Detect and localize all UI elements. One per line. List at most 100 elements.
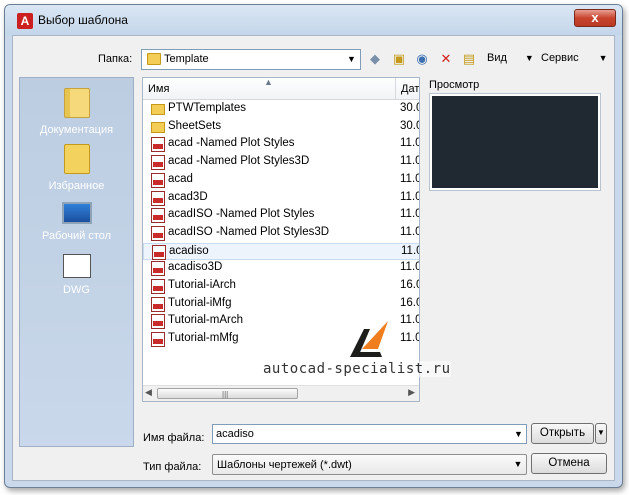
column-name-header[interactable]: Имя (148, 83, 169, 95)
file-name: acadiso (169, 244, 209, 257)
file-date: 16.0 (400, 296, 419, 309)
open-options-chevron-icon[interactable]: ▼ (595, 423, 607, 444)
delete-icon[interactable]: ✕ (436, 49, 456, 69)
sort-ascending-icon: ▲ (264, 77, 273, 87)
chevron-down-icon[interactable]: ▼ (343, 50, 360, 69)
filetype-dropdown[interactable]: Шаблоны чертежей (*.dwt) ▼ (212, 454, 527, 475)
cancel-button[interactable]: Отмена (531, 453, 607, 474)
file-name: acadISO -Named Plot Styles3D (168, 225, 330, 238)
folder-dropdown[interactable]: Template ▼ (141, 49, 361, 70)
place-label: DWG (63, 284, 90, 296)
filetype-label: Тип файла: (143, 461, 202, 473)
file-name: acad -Named Plot Styles3D (168, 155, 310, 168)
dwt-file-icon (151, 172, 165, 188)
file-row[interactable]: Tutorial-iArch 16.0 (143, 278, 419, 295)
file-row[interactable]: acad 11.0 (143, 172, 420, 189)
file-row[interactable]: Tutorial-iMfg 16.0 (143, 296, 419, 313)
horizontal-scrollbar[interactable]: ◀ ||| ▶ (143, 385, 419, 401)
file-date: 11.0 (400, 190, 420, 203)
file-row[interactable]: SheetSets 30.0 (143, 119, 419, 136)
place-desktop[interactable]: Рабочий стол (20, 202, 133, 242)
filetype-value: Шаблоны чертежей (*.dwt) (217, 459, 352, 471)
file-name: acad3D (168, 190, 208, 203)
folder-label: Папка: (98, 53, 133, 65)
chevron-down-icon[interactable]: ▼ (510, 455, 526, 474)
file-date: 11.0 (400, 332, 420, 345)
dialog-window: A Выбор шаблона x Папка: Template ▼ ◆ ▣ … (4, 4, 623, 488)
place-label: Рабочий стол (41, 230, 112, 242)
dwt-file-icon (151, 225, 165, 241)
service-menu-button[interactable]: Сервис ▼ (541, 52, 608, 64)
desktop-icon (61, 202, 92, 224)
place-favorites[interactable]: Избранное (20, 144, 133, 192)
file-name: acadiso3D (168, 261, 223, 274)
dwt-file-icon (151, 296, 165, 312)
column-divider[interactable] (395, 78, 396, 100)
file-name: acad -Named Plot Styles (168, 137, 295, 150)
place-documents[interactable]: Документация (20, 88, 133, 136)
chevron-down-icon: ▼ (598, 53, 608, 63)
dwt-file-icon (151, 155, 165, 171)
place-dwg[interactable]: DWG (20, 254, 133, 296)
grip-icon: ||| (222, 390, 229, 399)
close-button[interactable]: x (574, 9, 616, 27)
dwt-file-icon (151, 332, 165, 348)
watermark-logo-icon (350, 321, 388, 357)
file-row[interactable]: acadISO -Named Plot Styles3D 11.0 (143, 225, 419, 242)
file-date: 11.0 (400, 314, 420, 327)
view-label: Вид (487, 52, 507, 64)
dialog-body: Папка: Template ▼ ◆ ▣ ◉ ✕ ▤ Вид ▼ Сервис ▼… (12, 35, 615, 481)
file-name: Tutorial-mMfg (168, 332, 239, 345)
view-menu-button[interactable]: Вид ▼ (487, 52, 534, 64)
file-row[interactable]: acad -Named Plot Styles 11.0 (143, 136, 420, 153)
documents-icon (63, 88, 90, 118)
folder-icon (151, 121, 165, 133)
dwt-file-icon (152, 244, 166, 260)
file-row[interactable]: acadiso3D 11.0 (143, 260, 419, 277)
dwt-file-icon (151, 261, 165, 277)
file-date: 11.0 (400, 137, 420, 150)
place-label: Документация (39, 124, 114, 136)
preview-image (432, 96, 598, 188)
file-row[interactable]: acadiso 11.0 (143, 242, 419, 260)
watermark-text: autocad-specialist.ru (263, 361, 451, 377)
file-row[interactable]: PTWTemplates 30.0 (143, 101, 419, 118)
places-bar: Документация Избранное Рабочий стол DWG (19, 77, 134, 447)
dwt-file-icon (151, 314, 165, 330)
file-date: 30.0 (400, 102, 419, 114)
filename-value: acadiso (216, 428, 254, 440)
dwt-file-icon (151, 208, 165, 224)
favorites-icon (63, 144, 90, 174)
folder-icon (151, 104, 165, 115)
preview-label: Просмотр (429, 79, 480, 91)
file-row[interactable]: acadISO -Named Plot Styles 11.0 (143, 207, 420, 224)
file-name: acadISO -Named Plot Styles (168, 208, 315, 221)
file-row[interactable]: acad3D 11.0 (143, 190, 420, 207)
scroll-left-icon[interactable]: ◀ (145, 387, 152, 398)
back-icon[interactable]: ◆ (365, 49, 385, 69)
folder-icon (147, 53, 161, 65)
new-folder-icon[interactable]: ▤ (459, 49, 479, 69)
title-bar[interactable]: A Выбор шаблона x (5, 5, 622, 35)
chevron-down-icon: ▼ (524, 53, 534, 63)
file-date: 11.0 (400, 172, 420, 185)
scroll-thumb[interactable]: ||| (157, 388, 298, 399)
autocad-logo-icon: A (17, 13, 33, 29)
file-date: 11.0 (400, 155, 420, 168)
place-label: Избранное (48, 180, 105, 192)
search-web-icon[interactable]: ◉ (412, 49, 432, 69)
window-title: Выбор шаблона (38, 13, 128, 27)
column-date-header[interactable]: Дат (401, 83, 419, 95)
file-date: 11.0 (400, 208, 420, 221)
file-row[interactable]: acad -Named Plot Styles3D 11.0 (143, 154, 420, 171)
open-button[interactable]: Открыть (531, 423, 594, 444)
file-name: Tutorial-iMfg (168, 296, 232, 309)
filename-input[interactable]: acadiso ▼ (212, 424, 527, 444)
file-name: acad (168, 172, 193, 185)
file-date: 11.0 (401, 244, 419, 257)
up-folder-icon[interactable]: ▣ (389, 49, 409, 69)
scroll-right-icon[interactable]: ▶ (408, 387, 415, 398)
column-header: ▲ Имя Дат (143, 77, 419, 100)
filename-label: Имя файла: (143, 432, 205, 444)
chevron-down-icon[interactable]: ▼ (511, 425, 526, 443)
